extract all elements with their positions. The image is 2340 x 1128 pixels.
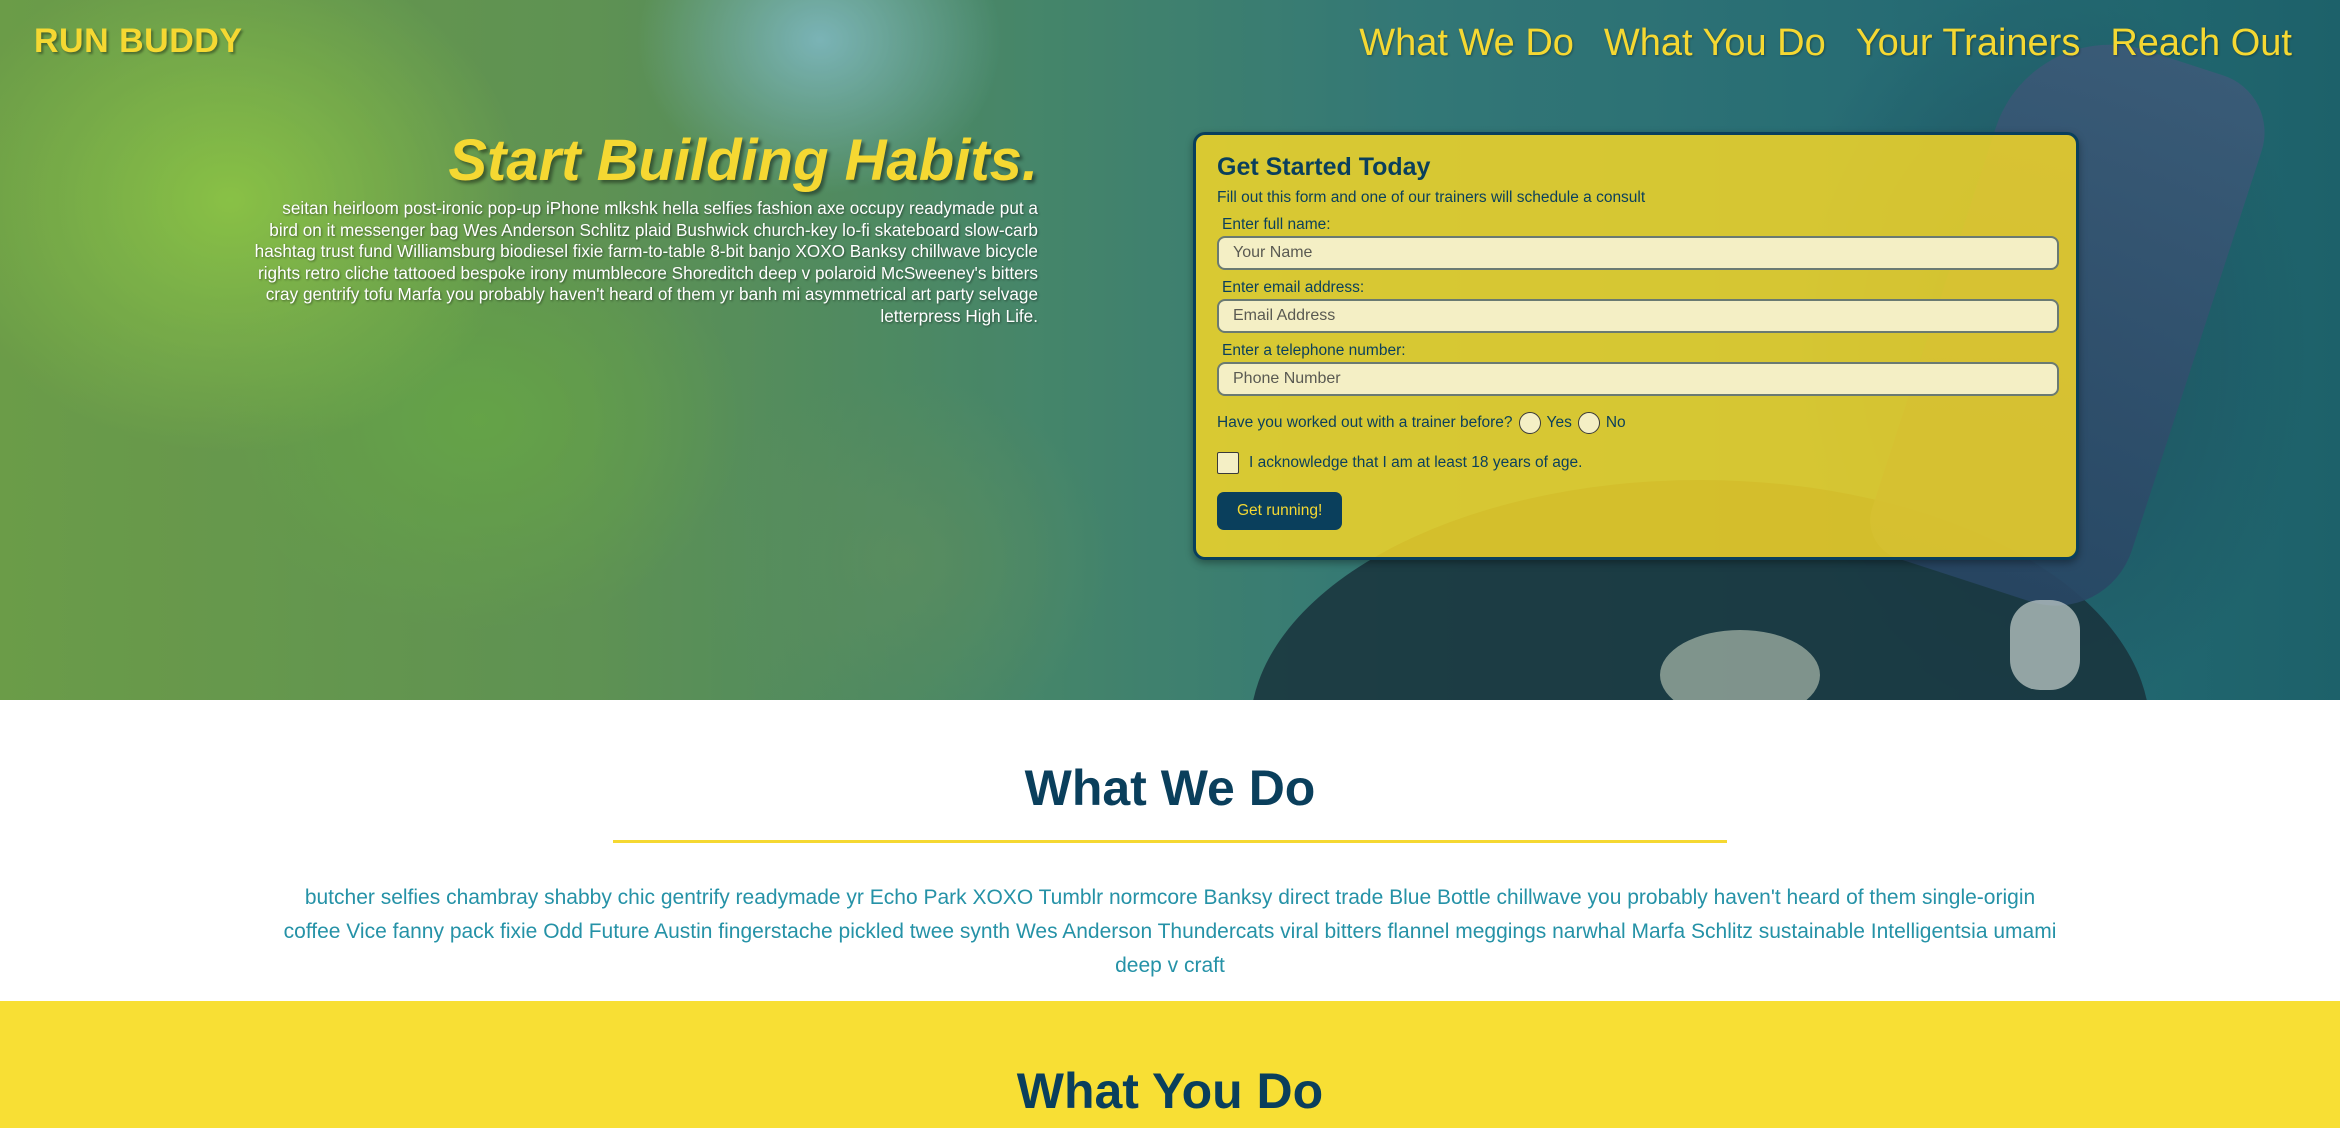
- what-we-do-text: butcher selfies chambray shabby chic gen…: [283, 886, 2057, 977]
- what-you-do-title: What You Do: [1016, 1063, 1324, 1119]
- hero-background-watch: [2010, 600, 2080, 690]
- name-label: Enter full name:: [1222, 216, 1331, 233]
- hero-section: RUN BUDDY What We Do What You Do Your Tr…: [0, 0, 2340, 700]
- age-ack-checkbox[interactable]: [1217, 452, 1239, 474]
- radio-yes[interactable]: [1518, 412, 1541, 434]
- what-we-do-title: What We Do: [1024, 760, 1316, 816]
- nav-link-what-you-do[interactable]: What You Do: [1604, 22, 1826, 65]
- hero-title: Start Building Habits.: [448, 128, 1038, 193]
- hero-intro: Start Building Habits. seitan heirloom p…: [250, 126, 1038, 328]
- what-we-do-section: What We Do butcher selfies chambray shab…: [0, 700, 2340, 1001]
- radio-no-label: No: [1605, 414, 1626, 431]
- radio-yes-label: Yes: [1546, 414, 1572, 431]
- nav-link-your-trainers[interactable]: Your Trainers: [1856, 22, 2081, 65]
- phone-input[interactable]: [1217, 362, 2059, 396]
- age-ack-row: I acknowledge that I am at least 18 year…: [1217, 452, 2056, 474]
- site-logo[interactable]: RUN BUDDY: [34, 22, 243, 61]
- email-input[interactable]: [1217, 299, 2059, 333]
- get-running-button[interactable]: Get running!: [1217, 492, 1343, 530]
- phone-label: Enter a telephone number:: [1222, 342, 1406, 359]
- what-you-do-section: What You Do: [0, 1001, 2340, 1128]
- name-input[interactable]: [1217, 236, 2059, 270]
- form-subtitle: Fill out this form and one of our traine…: [1217, 189, 1646, 206]
- email-label: Enter email address:: [1222, 279, 1365, 296]
- form-title: Get Started Today: [1217, 153, 1431, 181]
- nav-link-what-we-do[interactable]: What We Do: [1359, 22, 1574, 65]
- trainer-question-row: Have you worked out with a trainer befor…: [1217, 412, 2056, 434]
- radio-no[interactable]: [1577, 412, 1600, 434]
- nav-link-reach-out[interactable]: Reach Out: [2110, 22, 2292, 65]
- age-ack-label: I acknowledge that I am at least 18 year…: [1249, 454, 1583, 471]
- hero-body-text: seitan heirloom post-ironic pop-up iPhon…: [254, 198, 1038, 326]
- main-nav: What We Do What You Do Your Trainers Rea…: [1359, 22, 2292, 65]
- signup-form: Get Started Today Fill out this form and…: [1193, 132, 2079, 560]
- section-divider: [613, 840, 1727, 843]
- trainer-question-label: Have you worked out with a trainer befor…: [1217, 414, 1513, 431]
